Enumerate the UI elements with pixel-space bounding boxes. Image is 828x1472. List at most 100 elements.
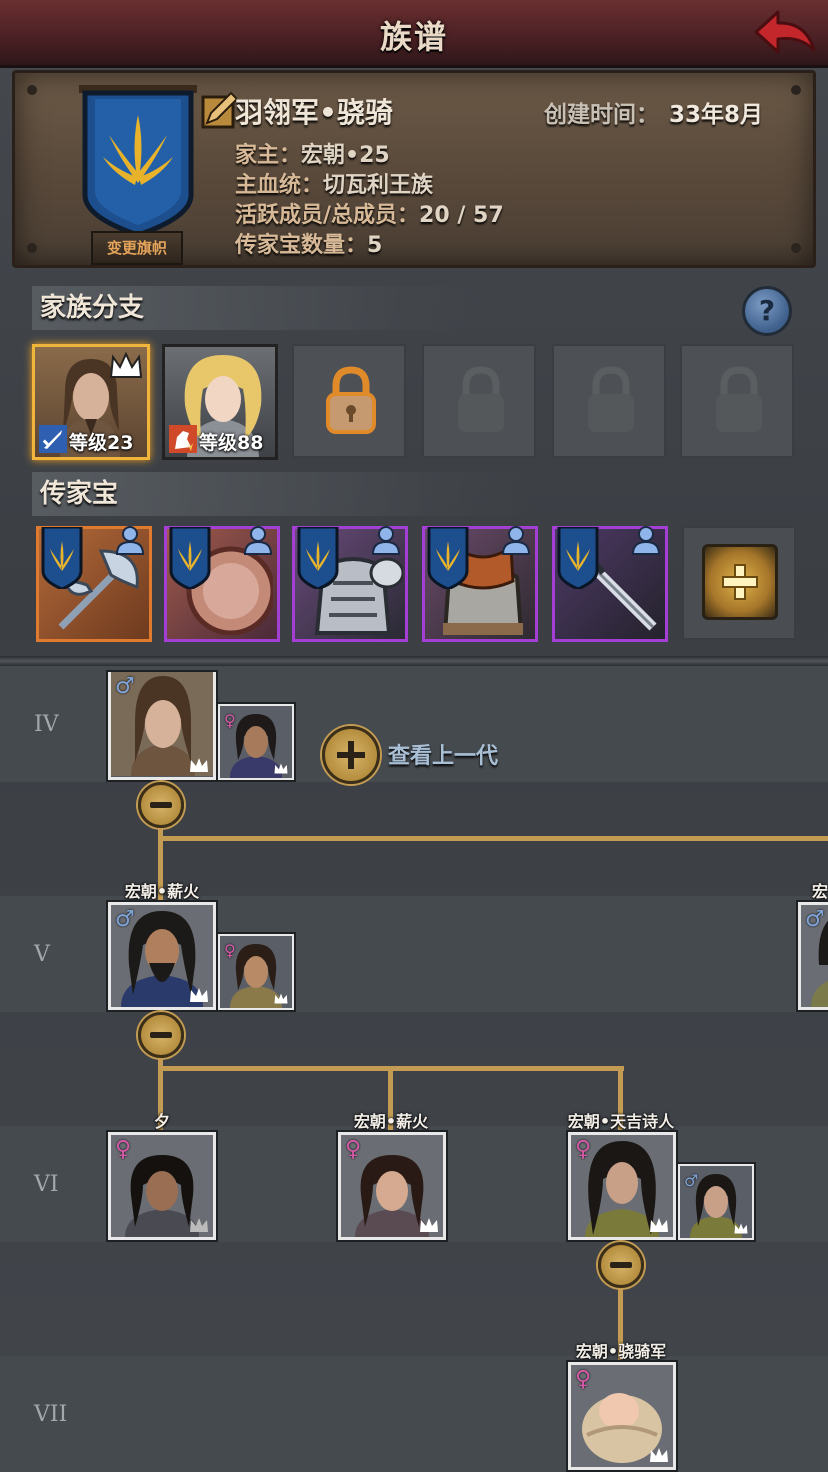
back-arrow-icon[interactable] bbox=[748, 6, 818, 62]
lock-icon bbox=[458, 366, 504, 432]
page-title: 族谱 bbox=[379, 18, 448, 56]
banner-icon bbox=[169, 527, 211, 589]
info-line-members: 活跃成员/总成员：20 / 57 bbox=[235, 197, 504, 229]
person-icon bbox=[371, 526, 401, 555]
nail-decoration bbox=[791, 243, 801, 253]
info-line-head: 家主：宏朝•25 bbox=[235, 137, 390, 169]
edit-name-icon[interactable] bbox=[201, 91, 237, 129]
lock-icon bbox=[326, 366, 376, 434]
person-icon bbox=[243, 526, 273, 555]
add-heirloom-slot[interactable] bbox=[682, 526, 796, 640]
person-card-male[interactable]: ♂ bbox=[108, 672, 216, 780]
female-icon: ♀ bbox=[115, 1137, 132, 1162]
person-card-spouse-female[interactable]: ♀ bbox=[218, 704, 294, 780]
person-name: 夕 bbox=[153, 1112, 170, 1131]
nail-decoration bbox=[791, 85, 801, 95]
person-icon bbox=[631, 526, 661, 555]
branch-level: 等级88 bbox=[199, 432, 264, 454]
info-value: 宏朝•25 bbox=[301, 143, 390, 168]
change-flag-button[interactable]: 变更旗帜 bbox=[91, 231, 183, 265]
crown-icon bbox=[274, 993, 288, 1004]
heirloom-sword[interactable] bbox=[552, 526, 668, 642]
info-value: 20 / 57 bbox=[419, 203, 504, 228]
nail-decoration bbox=[27, 85, 37, 95]
person-icon bbox=[501, 526, 531, 555]
generation-band bbox=[0, 1356, 828, 1472]
info-key: 活跃成员/总成员： bbox=[235, 203, 420, 228]
lock-icon bbox=[588, 366, 634, 432]
collapse-button[interactable] bbox=[138, 1012, 184, 1058]
branch-member-1[interactable]: 等级23 bbox=[32, 344, 150, 460]
banner-icon bbox=[427, 527, 469, 589]
heirloom-armor[interactable] bbox=[292, 526, 408, 642]
crown-icon bbox=[190, 988, 208, 1002]
banner-icon bbox=[297, 527, 339, 589]
person-card-female-infant[interactable]: ♀ bbox=[568, 1362, 676, 1470]
crown-icon bbox=[109, 351, 143, 378]
horse-icon bbox=[169, 425, 197, 453]
family-info-panel: 变更旗帜 羽翎军•骁骑 创建时间： 33年8月 家主：宏朝•25 主血统：切瓦利王… bbox=[12, 70, 816, 268]
branch-slot-locked[interactable] bbox=[292, 344, 406, 458]
crown-icon bbox=[420, 1218, 438, 1232]
crown-icon bbox=[650, 1448, 668, 1462]
heirloom-axe[interactable] bbox=[36, 526, 152, 642]
person-icon bbox=[115, 526, 145, 555]
branches-section-title: 家族分支 bbox=[32, 286, 492, 330]
person-name: 宏朝•天吉诗人 bbox=[567, 1112, 675, 1131]
info-line-heirlooms: 传家宝数量：5 bbox=[235, 227, 382, 259]
female-icon: ♀ bbox=[224, 711, 236, 730]
help-button[interactable]: ? bbox=[742, 286, 792, 336]
person-card-male[interactable]: ♂ bbox=[108, 902, 216, 1010]
collapse-button[interactable] bbox=[598, 1242, 644, 1288]
branch-member-2[interactable]: 等级88 bbox=[162, 344, 278, 460]
info-value: 5 bbox=[367, 233, 383, 258]
crown-icon bbox=[650, 1218, 668, 1232]
heirloom-shield[interactable] bbox=[164, 526, 280, 642]
female-icon: ♀ bbox=[345, 1137, 362, 1162]
person-name: 宏朝•薪火 bbox=[353, 1112, 429, 1131]
crown-icon bbox=[190, 1218, 208, 1232]
view-previous-generation-button[interactable] bbox=[322, 726, 380, 784]
branch-slot-locked[interactable] bbox=[422, 344, 536, 458]
family-banner-icon[interactable] bbox=[79, 85, 197, 237]
family-tree-screen: 族谱 变更旗帜 羽翎军•骁骑 创建时间： 33年8月 家主：宏朝•25 主血统：… bbox=[0, 0, 828, 1472]
branch-level: 等级23 bbox=[69, 432, 134, 454]
branch-slot-locked[interactable] bbox=[680, 344, 794, 458]
branch-slot-locked[interactable] bbox=[552, 344, 666, 458]
person-card-spouse-female[interactable]: ♀ bbox=[218, 934, 294, 1010]
person-card-female[interactable]: ♀ bbox=[338, 1132, 446, 1240]
female-icon: ♀ bbox=[224, 941, 236, 960]
person-card-female[interactable]: ♀ bbox=[568, 1132, 676, 1240]
creation-time: 创建时间： 33年8月 bbox=[544, 95, 763, 129]
info-key: 家主： bbox=[235, 143, 302, 168]
crown-icon bbox=[274, 763, 288, 774]
view-previous-generation-label[interactable]: 查看上一代 bbox=[388, 738, 498, 770]
person-card-male[interactable]: ♂ bbox=[798, 902, 828, 1010]
heirloom-fur-armor[interactable] bbox=[422, 526, 538, 642]
banner-icon bbox=[41, 527, 83, 589]
crown-icon bbox=[190, 758, 208, 772]
creation-time-value: 33年8月 bbox=[668, 102, 763, 128]
male-icon: ♂ bbox=[684, 1171, 699, 1190]
tree-connector bbox=[158, 836, 828, 841]
male-icon: ♂ bbox=[115, 674, 135, 699]
lock-icon bbox=[716, 366, 762, 432]
sword-icon bbox=[39, 425, 67, 453]
add-heirloom-button[interactable] bbox=[702, 544, 778, 620]
collapse-button[interactable] bbox=[138, 782, 184, 828]
family-name: 羽翎军•骁骑 bbox=[235, 96, 393, 129]
person-card-spouse-male[interactable]: ♂ bbox=[678, 1164, 754, 1240]
generation-label: VI bbox=[34, 1172, 59, 1197]
person-card-female[interactable]: ♀ bbox=[108, 1132, 216, 1240]
creation-time-label: 创建时间： bbox=[543, 102, 659, 128]
info-key: 传家宝数量： bbox=[235, 233, 368, 258]
heirlooms-section-title: 传家宝 bbox=[32, 472, 532, 516]
section-divider bbox=[0, 656, 828, 666]
person-name: 宏朝•薪火 bbox=[124, 882, 200, 901]
plus-icon bbox=[722, 564, 758, 600]
female-icon: ♀ bbox=[575, 1367, 592, 1392]
nail-decoration bbox=[27, 243, 37, 253]
generation-label: IV bbox=[34, 712, 59, 737]
info-value: 切瓦利王族 bbox=[323, 173, 434, 198]
female-icon: ♀ bbox=[575, 1137, 592, 1162]
